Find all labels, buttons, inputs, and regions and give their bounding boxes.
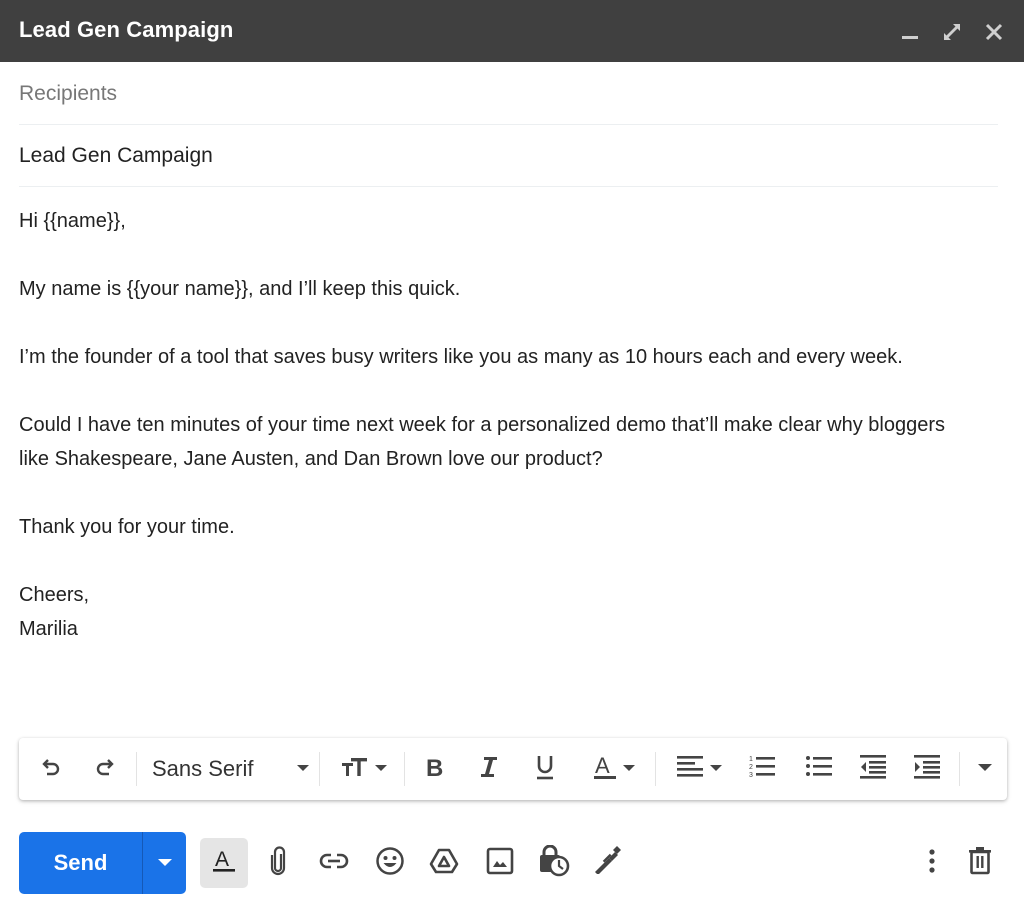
indent-more-button[interactable] [909, 738, 945, 800]
drive-icon [429, 847, 459, 880]
bold-icon: B [425, 755, 445, 784]
toolbar-divider [319, 752, 320, 786]
text-format-icon: A [212, 848, 236, 879]
window-title: Lead Gen Campaign [19, 17, 234, 42]
chevron-down-icon [710, 760, 722, 778]
recipients-placeholder: Recipients [19, 81, 118, 105]
more-options-button[interactable] [908, 838, 956, 888]
body-signature: Marilia [19, 618, 78, 640]
text-color-icon: A [593, 753, 617, 785]
send-options-button[interactable] [143, 832, 186, 894]
body-greeting: Hi {{name}}, [19, 210, 126, 232]
body-paragraph-1: My name is {{your name}}, and I’ll keep … [19, 278, 461, 300]
svg-text:1: 1 [749, 756, 753, 763]
bulleted-list-button[interactable] [801, 738, 837, 800]
chevron-down-icon [623, 760, 635, 778]
italic-icon [479, 755, 499, 784]
toolbar-divider [959, 752, 960, 786]
font-family-value: Sans Serif [152, 756, 254, 781]
formatting-options-button[interactable]: A [200, 838, 248, 888]
chevron-down-icon [157, 854, 172, 872]
formatting-toolbar: Sans Serif B A 1 2 3 [19, 738, 1007, 800]
minimize-icon[interactable] [896, 18, 924, 46]
underline-icon [534, 754, 556, 785]
insert-link-button[interactable] [310, 838, 358, 888]
photo-icon [486, 847, 514, 880]
numbered-list-button[interactable]: 1 2 3 [745, 738, 781, 800]
body-paragraph-3: Could I have ten minutes of your time ne… [19, 414, 946, 470]
insert-emoji-button[interactable] [366, 838, 414, 888]
svg-text:2: 2 [749, 764, 753, 771]
more-vertical-icon [928, 848, 936, 879]
recipients-field[interactable]: Recipients [19, 63, 998, 125]
insert-photo-button[interactable] [476, 838, 524, 888]
emoji-icon [375, 846, 405, 881]
font-family-select[interactable]: Sans Serif [145, 738, 317, 800]
send-button[interactable]: Send [19, 832, 143, 894]
chevron-down-icon [297, 760, 309, 778]
undo-icon [39, 755, 63, 784]
svg-text:3: 3 [749, 772, 753, 779]
underline-button[interactable] [527, 738, 563, 800]
message-body[interactable]: Hi {{name}}, My name is {{your name}}, a… [19, 204, 979, 646]
attach-files-button[interactable] [254, 838, 302, 888]
body-paragraph-4: Thank you for your time. [19, 516, 235, 538]
chevron-down-icon [375, 760, 387, 778]
italic-button[interactable] [471, 738, 507, 800]
body-paragraph-2: I’m the founder of a tool that saves bus… [19, 346, 903, 368]
paperclip-icon [269, 845, 287, 881]
subject-field[interactable]: Lead Gen Campaign [19, 125, 998, 187]
toolbar-divider [655, 752, 656, 786]
confidential-mode-button[interactable] [530, 838, 578, 888]
align-left-icon [676, 754, 704, 785]
redo-icon [93, 755, 117, 784]
compose-titlebar: Lead Gen Campaign [0, 0, 1024, 62]
toolbar-divider [136, 752, 137, 786]
close-icon[interactable] [980, 18, 1008, 46]
svg-text:B: B [426, 755, 443, 779]
insert-signature-button[interactable] [584, 838, 632, 888]
redo-button[interactable] [87, 738, 123, 800]
text-color-button[interactable]: A [583, 738, 645, 800]
undo-button[interactable] [33, 738, 69, 800]
expand-icon[interactable] [938, 18, 966, 46]
bold-button[interactable]: B [417, 738, 453, 800]
body-signoff: Cheers, [19, 584, 90, 606]
indent-less-button[interactable] [855, 738, 891, 800]
bulleted-list-icon [805, 754, 833, 785]
numbered-list-icon: 1 2 3 [749, 754, 777, 785]
indent-more-icon [913, 754, 941, 785]
pen-icon [593, 845, 623, 881]
trash-icon [968, 846, 992, 880]
chevron-down-icon [978, 760, 992, 778]
subject-value: Lead Gen Campaign [19, 143, 213, 167]
indent-less-icon [859, 754, 887, 785]
svg-text:A: A [595, 754, 610, 778]
window-controls [896, 18, 1008, 46]
send-button-group: Send [19, 832, 186, 894]
link-icon [319, 852, 349, 875]
lock-clock-icon [537, 844, 571, 882]
text-size-icon [341, 755, 371, 784]
text-size-button[interactable] [329, 738, 399, 800]
toolbar-divider [404, 752, 405, 786]
more-formatting-button[interactable] [969, 738, 1001, 800]
insert-drive-button[interactable] [420, 838, 468, 888]
discard-draft-button[interactable] [956, 838, 1004, 888]
svg-text:A: A [215, 848, 229, 871]
align-button[interactable] [667, 738, 731, 800]
